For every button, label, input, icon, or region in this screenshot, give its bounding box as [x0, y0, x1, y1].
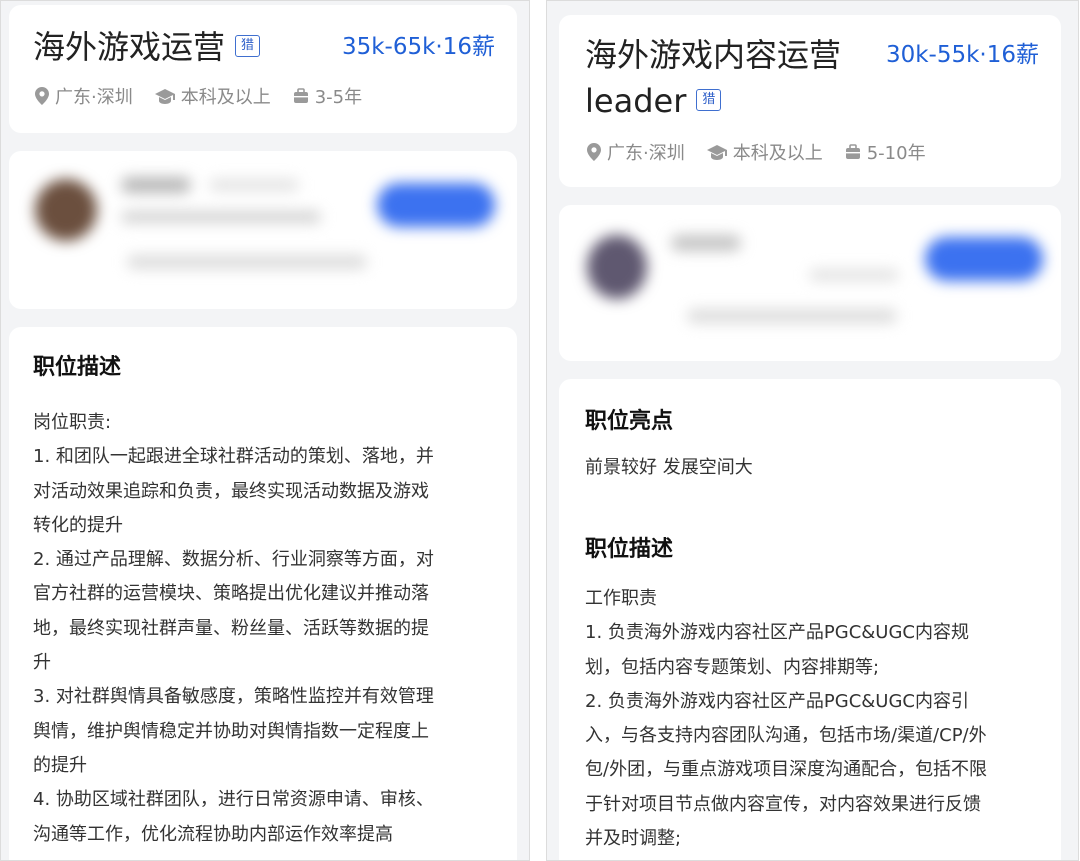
job-header-card: 海外游戏运营猎 35k-65k·16薪 广东·深圳 本科及以上 3-5年 — [9, 5, 517, 133]
recruiter-card-blurred-content — [9, 151, 517, 309]
description-line: 3. 对社群舆情具备敏感度，策略性监控并有效管理 — [33, 686, 434, 708]
job-description-text: 岗位职责: 1. 和团队一起跟进全球社群活动的策划、落地，并 对活动效果追踪和负责，… — [33, 406, 503, 852]
recruiter-name-placeholder — [671, 235, 741, 251]
avatar — [35, 179, 97, 241]
description-line: 官方社群的运营模块、策略提出优化建议并推动落 — [33, 583, 429, 605]
job-description-card: 职位描述 岗位职责: 1. 和团队一起跟进全球社群活动的策划、落地，并 对活动效果追… — [9, 327, 517, 860]
recruiter-name-placeholder — [121, 177, 191, 193]
section-title-description: 职位描述 — [33, 355, 122, 380]
job-title-line2: leader 猎 — [585, 79, 722, 123]
description-line: 工作职责 — [585, 588, 657, 609]
description-line: 4. 协助区域社群团队，进行日常资源申请、审核、 — [33, 789, 434, 811]
description-line: 入，与各支持内容团队沟通，包括市场/渠道/CP/外 — [585, 725, 987, 747]
description-line: 2. 通过产品理解、数据分析、行业洞察等方面，对 — [33, 549, 434, 571]
job-meta: 广东·深圳 本科及以上 5-10年 — [587, 139, 948, 165]
description-line: 岗位职责: — [33, 412, 112, 433]
description-line: 对活动效果追踪和负责，最终实现活动数据及游戏 — [33, 480, 429, 502]
meta-location: 广东·深圳 — [35, 83, 133, 109]
description-line: 地，最终实现社群声量、粉丝量、活跃等数据的提 — [33, 617, 429, 639]
briefcase-icon — [845, 144, 860, 159]
job-header-card: 海外游戏内容运营 leader 猎 30k-55k·16薪 广东·深圳 本科及以上… — [559, 15, 1061, 187]
description-line: 2. 负责海外游戏内容社区产品PGC&UGC内容引 — [585, 690, 969, 712]
description-line: 沟通等工作，优化流程协助内部运作效率提高 — [33, 823, 393, 845]
job-title: 海外游戏运营猎 — [33, 25, 261, 69]
recruiter-info-placeholder — [121, 211, 321, 223]
avatar — [587, 235, 647, 299]
recruiter-card-blurred-content — [559, 205, 1061, 361]
job-description-text: 工作职责 1. 负责海外游戏内容社区产品PGC&UGC内容规 划，包括内容专题策划、… — [585, 582, 1055, 856]
description-line: 转化的提升 — [33, 514, 123, 536]
recruiter-card[interactable] — [9, 151, 517, 309]
job-description-card: 职位亮点 前景较好 发展空间大 职位描述 工作职责 1. 负责海外游戏内容社区产品… — [559, 379, 1061, 860]
graduation-cap-icon — [706, 145, 727, 160]
location-text: 广东·深圳 — [607, 143, 685, 164]
section-title-highlights: 职位亮点 — [585, 409, 674, 434]
description-line: 舆情，维护舆情稳定并协助对舆情指数一定程度上 — [33, 720, 429, 742]
job-panel-left: 海外游戏运营猎 35k-65k·16薪 广东·深圳 本科及以上 3-5年 职位描… — [0, 0, 530, 861]
recruiter-title-placeholder — [209, 179, 299, 191]
job-meta: 广东·深圳 本科及以上 3-5年 — [35, 83, 384, 109]
experience-text: 5-10年 — [866, 143, 926, 164]
salary: 35k-65k·16薪 — [341, 34, 495, 60]
graduation-cap-icon — [154, 89, 175, 104]
meta-experience: 5-10年 — [845, 139, 926, 165]
description-line: 的提升 — [33, 754, 87, 776]
recruiter-extra-placeholder — [127, 255, 367, 269]
description-line: 1. 和团队一起跟进全球社群活动的策划、落地，并 — [33, 446, 434, 468]
recruiter-info-placeholder — [809, 269, 899, 281]
recruiter-extra-placeholder — [687, 309, 897, 323]
meta-experience: 3-5年 — [293, 83, 362, 109]
highlights-text: 前景较好 发展空间大 — [585, 457, 753, 478]
meta-location: 广东·深圳 — [587, 139, 685, 165]
location-pin-icon — [587, 143, 601, 161]
description-line: 划，包括内容专题策划、内容排期等; — [585, 656, 880, 678]
location-pin-icon — [35, 87, 49, 105]
headhunter-tag: 猎 — [235, 35, 261, 57]
briefcase-icon — [293, 88, 308, 103]
chat-button[interactable] — [377, 183, 495, 227]
description-line: 包/外团，与重点游戏项目深度沟通配合，包括不限 — [585, 759, 988, 781]
job-title-text: 海外游戏运营 — [33, 28, 226, 66]
meta-education: 本科及以上 — [154, 83, 271, 109]
section-title-description: 职位描述 — [585, 537, 674, 562]
headhunter-tag: 猎 — [696, 89, 722, 111]
description-line: 升 — [33, 652, 51, 674]
recruiter-card[interactable] — [559, 205, 1061, 361]
salary: 30k-55k·16薪 — [885, 42, 1039, 68]
job-title-line1: 海外游戏内容运营 — [585, 36, 842, 74]
location-text: 广东·深圳 — [55, 87, 133, 108]
description-line: 1. 负责海外游戏内容社区产品PGC&UGC内容规 — [585, 622, 969, 644]
education-text: 本科及以上 — [732, 143, 823, 164]
experience-text: 3-5年 — [314, 87, 363, 108]
job-panel-right: 海外游戏内容运营 leader 猎 30k-55k·16薪 广东·深圳 本科及以上… — [546, 0, 1079, 861]
job-title-line2-text: leader — [585, 82, 687, 120]
description-line: 于针对项目节点做内容宣传，对内容效果进行反馈 — [585, 793, 981, 815]
chat-button[interactable] — [925, 237, 1043, 281]
meta-education: 本科及以上 — [706, 139, 823, 165]
education-text: 本科及以上 — [180, 87, 271, 108]
description-line: 并及时调整; — [585, 828, 682, 850]
